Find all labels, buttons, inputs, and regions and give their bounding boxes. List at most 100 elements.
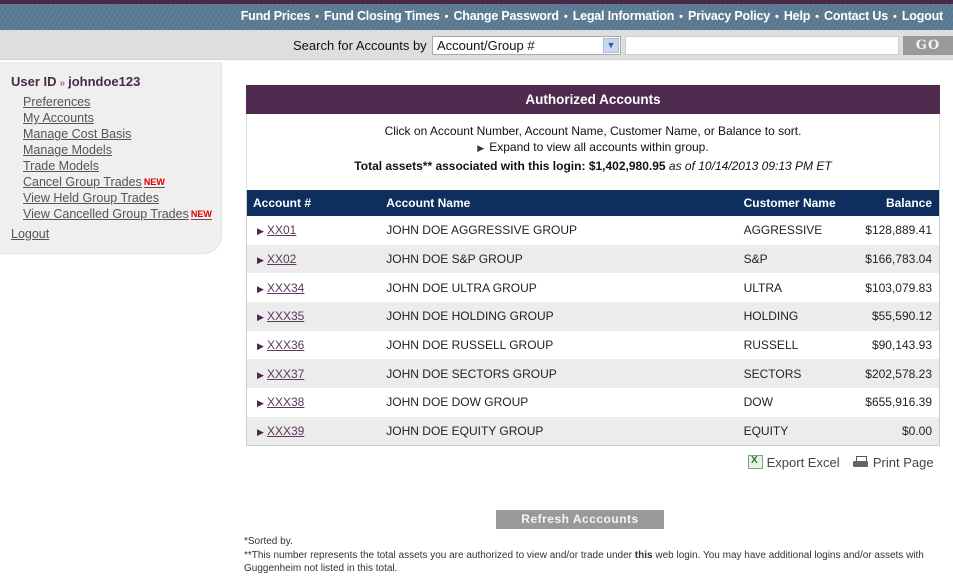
footnote-emphasis: this xyxy=(634,549,653,561)
table-actions: Export Excel Print Page xyxy=(748,455,934,470)
expand-triangle-icon[interactable]: ▶ xyxy=(253,341,267,352)
sidebar-item-manage-models[interactable]: Manage Models xyxy=(23,142,212,158)
account-number-link[interactable]: XXX39 xyxy=(267,424,304,438)
accounts-table: Account # Account Name Customer Name Bal… xyxy=(246,190,940,446)
account-name-cell: JOHN DOE RUSSELL GROUP xyxy=(386,338,554,353)
balance-cell: $103,079.83 xyxy=(865,280,932,295)
account-number-link[interactable]: XXX38 xyxy=(267,395,304,409)
print-page-link[interactable]: Print Page xyxy=(873,455,934,470)
sidebar-item-label: Manage Models xyxy=(23,143,112,157)
column-header-balance[interactable]: Balance xyxy=(855,190,940,216)
account-number-link[interactable]: XX02 xyxy=(267,252,296,266)
footnote-total-assets: **This number represents the total asset… xyxy=(244,549,944,576)
total-assets-label: Total assets** associated with this logi… xyxy=(354,159,586,173)
nav-separator: • xyxy=(315,11,319,23)
account-number-link[interactable]: XX01 xyxy=(267,223,296,237)
column-header-customer-name[interactable]: Customer Name xyxy=(743,190,856,216)
account-number-link[interactable]: XXX36 xyxy=(267,338,304,352)
customer-name-cell: RUSSELL xyxy=(743,338,799,353)
total-assets-line: Total assets** associated with this logi… xyxy=(247,157,939,176)
sidebar-item-manage-cost-basis[interactable]: Manage Cost Basis xyxy=(23,126,212,142)
footnote-sorted-by: *Sorted by. xyxy=(244,536,293,547)
table-row: ▶ XX01 JOHN DOE AGGRESSIVE GROUP AGGRESSIVE… xyxy=(247,216,940,245)
username: johndoe123 xyxy=(68,74,141,89)
sidebar-item-preferences[interactable]: Preferences xyxy=(23,94,212,110)
nav-legal-information[interactable]: Legal Information xyxy=(573,9,675,23)
table-header-row: Account # Account Name Customer Name Bal… xyxy=(246,190,940,216)
sidebar-logout-link[interactable]: Logout xyxy=(11,227,49,241)
expand-triangle-icon[interactable]: ▶ xyxy=(253,312,267,323)
expand-hint: Expand to view all accounts within group… xyxy=(489,140,709,154)
expand-triangle-icon: ▶ xyxy=(477,143,485,153)
nav-separator: • xyxy=(893,11,897,23)
account-number-cell: ▶ XX02 xyxy=(246,244,387,274)
sidebar-item-label: Preferences xyxy=(23,95,91,109)
column-header-account-name[interactable]: Account Name xyxy=(386,190,744,216)
account-name-cell: JOHN DOE ULTRA GROUP xyxy=(386,280,537,295)
refresh-accounts-button[interactable]: Refresh Acccounts xyxy=(496,510,664,529)
sidebar: User ID» johndoe123 Preferences My Accoun… xyxy=(0,62,222,254)
chevron-down-icon[interactable]: ▼ xyxy=(603,38,619,53)
expand-triangle-icon[interactable]: ▶ xyxy=(253,370,267,381)
balance-cell: $128,889.41 xyxy=(865,223,932,238)
search-type-select[interactable]: Account/Group # ▼ xyxy=(432,36,621,55)
account-name-cell: JOHN DOE S&P GROUP xyxy=(386,244,744,274)
expand-triangle-icon[interactable]: ▶ xyxy=(253,255,267,266)
top-navigation: Fund Prices • Fund Closing Times • Change Pa… xyxy=(0,4,953,30)
balance-cell: $655,916.39 xyxy=(865,395,932,410)
expand-triangle-icon[interactable]: ▶ xyxy=(253,226,267,237)
export-excel-link[interactable]: Export Excel xyxy=(767,455,840,470)
account-number-link[interactable]: XXX34 xyxy=(267,281,304,295)
new-badge: NEW xyxy=(190,209,212,219)
table-row: ▶ XX02 JOHN DOE S&P GROUP S&P $166,783.04 xyxy=(246,244,940,274)
customer-name-cell: S&P xyxy=(743,244,856,274)
search-input[interactable] xyxy=(625,36,899,55)
table-row: ▶ XXX35 JOHN DOE HOLDING GROUP HOLDING $55,5… xyxy=(246,302,940,331)
sidebar-item-label: View Held Group Trades xyxy=(23,191,159,205)
customer-name-cell: ULTRA xyxy=(743,280,783,295)
account-number-cell: ▶ XX01 xyxy=(247,216,387,245)
printer-icon[interactable] xyxy=(853,456,869,468)
customer-name-cell: HOLDING xyxy=(743,302,856,331)
nav-fund-closing-times[interactable]: Fund Closing Times xyxy=(324,9,440,23)
sidebar-item-cancel-group-trades[interactable]: Cancel Group Trades NEW xyxy=(23,174,212,190)
expand-triangle-icon[interactable]: ▶ xyxy=(253,398,267,409)
nav-privacy-policy[interactable]: Privacy Policy xyxy=(688,9,770,23)
sidebar-item-label: View Cancelled Group Trades xyxy=(23,207,189,221)
nav-logout[interactable]: Logout xyxy=(902,9,943,23)
account-number-link[interactable]: XXX37 xyxy=(267,367,304,381)
sidebar-item-trade-models[interactable]: Trade Models xyxy=(23,158,212,174)
customer-name-cell: AGGRESSIVE xyxy=(743,223,823,238)
user-id-heading: User ID» johndoe123 xyxy=(11,74,140,89)
expand-triangle-icon[interactable]: ▶ xyxy=(253,284,267,295)
table-row: ▶ XXX39 JOHN DOE EQUITY GROUP EQUITY $0.00 xyxy=(246,416,940,446)
table-row: ▶ XXX38 JOHN DOE DOW GROUP DOW $655,916.39 xyxy=(247,388,940,417)
nav-contact-us[interactable]: Contact Us xyxy=(824,9,888,23)
nav-help[interactable]: Help xyxy=(784,9,810,23)
sort-hint: Click on Account Number, Account Name, C… xyxy=(384,124,802,138)
nav-separator: • xyxy=(775,11,779,23)
nav-separator: • xyxy=(815,11,820,23)
account-number-cell: ▶ XXX39 xyxy=(246,416,387,446)
nav-fund-prices[interactable]: Fund Prices xyxy=(241,9,311,23)
new-badge: NEW xyxy=(143,177,165,187)
account-number-cell: ▶ XXX34 xyxy=(247,273,387,302)
sidebar-item-view-held-group-trades[interactable]: View Held Group Trades xyxy=(23,190,212,206)
go-button[interactable]: GO xyxy=(903,36,953,55)
expand-triangle-icon[interactable]: ▶ xyxy=(253,427,267,438)
excel-icon[interactable] xyxy=(748,455,763,469)
customer-name-cell: DOW xyxy=(743,395,773,410)
sidebar-item-view-cancelled-group-trades[interactable]: View Cancelled Group Trades NEW xyxy=(23,206,212,222)
account-number-cell: ▶ XXX37 xyxy=(246,359,387,389)
column-header-account-number[interactable]: Account # xyxy=(246,190,387,216)
sidebar-item-label: Cancel Group Trades xyxy=(23,175,142,189)
account-number-link[interactable]: XXX35 xyxy=(267,309,304,323)
footnote-text: **This number represents the total asset… xyxy=(244,549,632,561)
table-row: ▶ XXX36 JOHN DOE RUSSELL GROUP RUSSELL $90,1… xyxy=(247,331,940,360)
expand-hint-line: ▶ Expand to view all accounts within grou… xyxy=(247,139,939,156)
account-number-cell: ▶ XXX36 xyxy=(247,331,387,360)
table-row: ▶ XXX37 JOHN DOE SECTORS GROUP SECTORS $202,… xyxy=(246,359,940,389)
account-name-cell: JOHN DOE EQUITY GROUP xyxy=(386,416,744,446)
sidebar-item-my-accounts[interactable]: My Accounts xyxy=(23,110,212,126)
nav-change-password[interactable]: Change Password xyxy=(453,9,559,23)
